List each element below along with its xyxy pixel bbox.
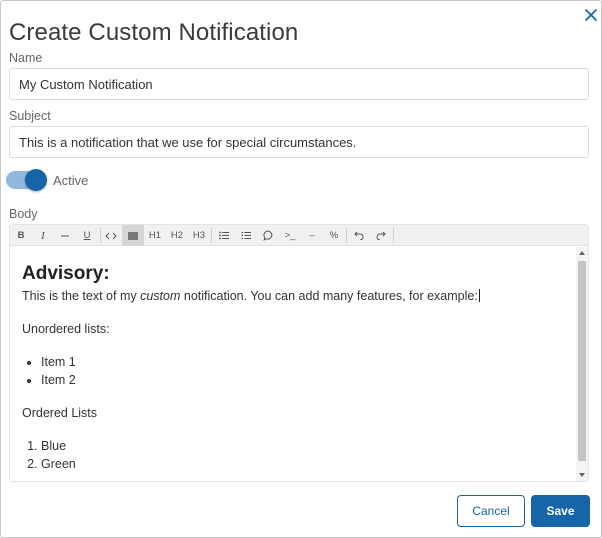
toolbar-divider bbox=[393, 228, 394, 243]
ordered-list-button[interactable] bbox=[235, 225, 257, 246]
body-editor: B I U H1 H2 H3 >_ – % Advisory: This is … bbox=[9, 224, 589, 482]
code-button[interactable] bbox=[100, 225, 122, 246]
ordered-list: Blue Green bbox=[41, 437, 564, 473]
close-icon bbox=[585, 9, 597, 21]
name-input[interactable] bbox=[9, 68, 589, 100]
strikethrough-button[interactable] bbox=[54, 225, 76, 246]
intro-text: notification. You can add many features,… bbox=[180, 289, 478, 303]
h2-button[interactable]: H2 bbox=[166, 225, 188, 246]
bold-button[interactable]: B bbox=[10, 225, 32, 246]
toggle-knob bbox=[25, 169, 47, 191]
name-label: Name bbox=[9, 51, 43, 65]
scroll-thumb[interactable] bbox=[578, 261, 586, 461]
close-button[interactable] bbox=[583, 7, 599, 23]
dialog-title: Create Custom Notification bbox=[9, 19, 299, 46]
comment-button[interactable] bbox=[257, 225, 279, 246]
horizontal-rule-button[interactable]: – bbox=[301, 225, 323, 246]
scroll-down-button[interactable] bbox=[576, 469, 588, 481]
percent-button[interactable]: % bbox=[323, 225, 345, 246]
unordered-list: Item 1 Item 2 bbox=[41, 353, 564, 389]
comment-icon bbox=[262, 230, 272, 241]
italic-button[interactable]: I bbox=[32, 225, 54, 246]
strikethrough-icon bbox=[61, 235, 69, 236]
redo-icon bbox=[376, 231, 386, 240]
ordered-title: Ordered Lists bbox=[22, 406, 98, 420]
terminal-button[interactable]: >_ bbox=[279, 225, 301, 246]
scroll-up-button[interactable] bbox=[576, 247, 588, 259]
active-label: Active bbox=[53, 173, 89, 188]
h1-button[interactable]: H1 bbox=[144, 225, 166, 246]
undo-icon bbox=[354, 231, 364, 240]
list-item: Item 2 bbox=[41, 371, 564, 389]
text-caret bbox=[478, 289, 480, 302]
bullet-list-icon bbox=[219, 231, 229, 240]
block-button[interactable] bbox=[122, 225, 144, 246]
editor-content[interactable]: Advisory: This is the text of my custom … bbox=[10, 247, 576, 481]
save-button[interactable]: Save bbox=[531, 495, 590, 527]
editor-scrollbar[interactable] bbox=[576, 247, 588, 481]
unordered-title: Unordered lists: bbox=[22, 322, 110, 336]
underline-button[interactable]: U bbox=[76, 225, 98, 246]
list-item: Item 1 bbox=[41, 353, 564, 371]
intro-text: This is the text of my bbox=[22, 289, 141, 303]
scroll-down-icon bbox=[579, 473, 585, 477]
toolbar-divider bbox=[346, 228, 347, 243]
undo-button[interactable] bbox=[348, 225, 370, 246]
body-label: Body bbox=[9, 207, 38, 221]
block-icon bbox=[128, 231, 138, 240]
list-item: Blue bbox=[41, 437, 564, 455]
subject-label: Subject bbox=[9, 109, 51, 123]
scroll-up-icon bbox=[579, 251, 585, 255]
subject-input[interactable] bbox=[9, 126, 589, 158]
body-heading: Advisory: bbox=[22, 263, 110, 284]
active-toggle[interactable] bbox=[6, 169, 47, 191]
editor-toolbar: B I U H1 H2 H3 >_ – % bbox=[10, 225, 588, 246]
toolbar-divider bbox=[211, 228, 212, 243]
create-notification-dialog: Create Custom Notification Name Subject … bbox=[0, 0, 602, 538]
bullet-list-button[interactable] bbox=[213, 225, 235, 246]
cancel-button[interactable]: Cancel bbox=[457, 495, 525, 527]
code-icon bbox=[105, 232, 117, 239]
ordered-list-icon bbox=[241, 232, 251, 239]
list-item: Green bbox=[41, 455, 564, 473]
intro-emphasis: custom bbox=[140, 289, 181, 303]
body-intro: This is the text of my custom notificati… bbox=[22, 288, 564, 304]
redo-button[interactable] bbox=[370, 225, 392, 246]
h3-button[interactable]: H3 bbox=[188, 225, 210, 246]
